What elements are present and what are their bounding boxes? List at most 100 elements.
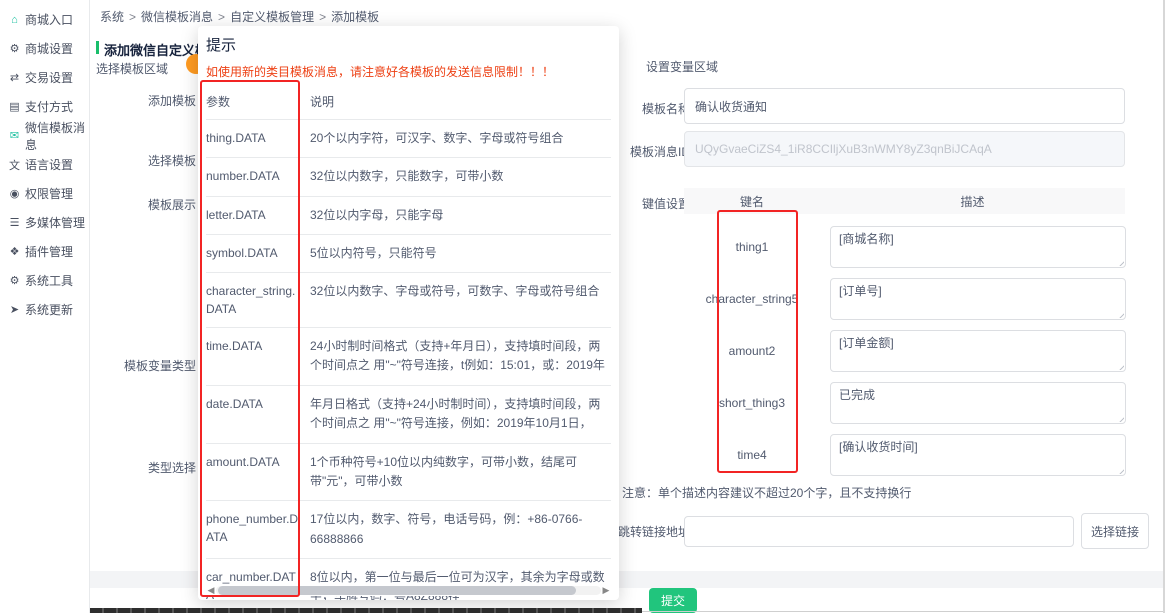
card-icon: ▤ (7, 100, 22, 113)
kv-desc-thing1-textarea[interactable]: [商城名称] (830, 226, 1126, 268)
param-table-header: 参数 说明 (206, 86, 611, 120)
breadcrumb-item-wechat-template[interactable]: 微信模板消息 (141, 10, 213, 24)
table-row: time.DATA24小时制时间格式（支持+年月日），支持填时间段，两个时间点之… (206, 328, 611, 386)
tip-modal: 提示 如使用新的类目模板消息，请注意好各模板的发送信息限制！！！ 参数 说明 t… (198, 26, 619, 600)
desc-cell: 32位以内数字、字母或符号，可数字、字母或符号组合 (310, 282, 610, 318)
breadcrumb-separator: > (218, 10, 225, 24)
clipped-content-strip (90, 608, 642, 613)
desc-cell: 32位以内数字，只能数字，可带小数 (310, 167, 610, 186)
gear-icon: ⚙ (7, 274, 22, 287)
kv-key-character-string5: character_string5 (684, 292, 820, 306)
param-cell: symbol.DATA (206, 244, 310, 263)
param-cell: date.DATA (206, 395, 310, 434)
scrollbar-track[interactable] (216, 586, 601, 595)
sidebar-item-system-update[interactable]: ➤系统更新 (0, 295, 89, 324)
scroll-right-icon[interactable]: ▶ (601, 584, 611, 596)
kv-desc-amount2-textarea[interactable]: [订单金额] (830, 330, 1126, 372)
param-cell: amount.DATA (206, 453, 310, 491)
modal-title: 提示 (206, 34, 619, 55)
param-cell: phone_number.DATA (206, 510, 310, 548)
sidebar-item-trade-settings[interactable]: ⇄交易设置 (0, 63, 89, 92)
table-row: symbol.DATA5位以内符号，只能符号 (206, 235, 611, 273)
choose-template-label: 选择模板 (90, 152, 196, 169)
param-cell: letter.DATA (206, 206, 310, 225)
breadcrumb-item-system[interactable]: 系统 (100, 10, 124, 24)
sidebar-item-mall-settings[interactable]: ⚙商城设置 (0, 34, 89, 63)
permission-icon: ◉ (7, 187, 22, 200)
kv-key-time4: time4 (684, 448, 820, 462)
send-icon: ➤ (7, 303, 22, 316)
variable-area-title: 设置变量区域 (646, 58, 718, 75)
mall-entrance-icon: ⌂ (7, 14, 22, 26)
param-cell: thing.DATA (206, 129, 310, 148)
kv-key-thing1: thing1 (684, 240, 820, 254)
sidebar-item-label: 微信模板消息 (25, 119, 89, 153)
modal-warning-text: 如使用新的类目模板消息，请注意好各模板的发送信息限制！！！ (206, 63, 619, 80)
submit-button[interactable]: 提交 (649, 588, 697, 613)
exchange-arrows-icon: ⇄ (7, 71, 22, 84)
sidebar-item-payment-method[interactable]: ▤支付方式 (0, 92, 89, 121)
kv-table-header: 键名 描述 (684, 188, 1125, 214)
add-template-label: 添加模板 (90, 92, 196, 109)
table-row: amount.DATA1个币种符号+10位以内纯数字，可带小数，结尾可带"元"，… (206, 444, 611, 501)
template-area-label: 选择模板区域 (96, 60, 168, 77)
table-row: letter.DATA32位以内字母，只能字母 (206, 197, 611, 235)
section-accent-bar (96, 41, 99, 54)
breadcrumb-separator: > (319, 10, 326, 24)
breadcrumb-item-add-template[interactable]: 添加模板 (331, 10, 379, 24)
sidebar-item-label: 交易设置 (25, 69, 73, 86)
desc-header: 说明 (310, 93, 610, 112)
param-cell: number.DATA (206, 167, 310, 186)
sidebar-item-system-tools[interactable]: ⚙系统工具 (0, 266, 89, 295)
sidebar-item-label: 商城设置 (25, 40, 73, 57)
sidebar-item-label: 商城入口 (25, 11, 73, 28)
desc-cell: 32位以内字母，只能字母 (310, 206, 610, 225)
scrollbar-thumb[interactable] (218, 586, 576, 595)
kv-desc-time4-textarea[interactable]: [确认收货时间] (830, 434, 1126, 476)
sidebar-item-mall-entrance[interactable]: ⌂商城入口 (0, 5, 89, 34)
jump-link-input[interactable] (684, 516, 1074, 547)
kv-key-short-thing3: short_thing3 (684, 396, 820, 410)
param-cell: time.DATA (206, 337, 310, 376)
sidebar-item-media-management[interactable]: ☰多媒体管理 (0, 208, 89, 237)
table-row: phone_number.DATA17位以内，数字、符号，电话号码，例：+86-… (206, 501, 611, 558)
template-var-type-label: 模板变量类型 (90, 357, 196, 374)
language-icon: 文 (7, 157, 22, 173)
sidebar-item-label: 语言设置 (25, 156, 73, 173)
sidebar-item-label: 支付方式 (25, 98, 73, 115)
kv-header-desc: 描述 (820, 193, 1125, 210)
choose-link-button[interactable]: 选择链接 (1081, 513, 1149, 549)
table-row: thing.DATA20个以内字符，可汉字、数字、字母或符号组合 (206, 120, 611, 158)
sidebar-item-plugin-management[interactable]: ❖插件管理 (0, 237, 89, 266)
sidebar-item-label: 插件管理 (25, 243, 73, 260)
sidebar-item-label: 系统更新 (25, 301, 73, 318)
list-icon: ☰ (7, 216, 22, 229)
kv-note: 注意：单个描述内容建议不超过20个字，且不支持换行 (622, 484, 911, 501)
sidebar-item-language-settings[interactable]: 文语言设置 (0, 150, 89, 179)
kv-desc-character-string5-textarea[interactable]: [订单号] (830, 278, 1126, 320)
scroll-left-icon[interactable]: ◀ (206, 584, 216, 596)
type-select-label: 类型选择 (90, 459, 196, 476)
gear-icon: ⚙ (7, 42, 22, 55)
sidebar: ⌂商城入口 ⚙商城设置 ⇄交易设置 ▤支付方式 ✉微信模板消息 文语言设置 ◉权… (0, 0, 90, 613)
kv-key-amount2: amount2 (684, 344, 820, 358)
sidebar-item-label: 权限管理 (25, 185, 73, 202)
kv-header-key: 键名 (684, 193, 820, 210)
sidebar-item-permission-management[interactable]: ◉权限管理 (0, 179, 89, 208)
template-name-input[interactable] (684, 88, 1125, 124)
sidebar-item-label: 多媒体管理 (25, 214, 85, 231)
horizontal-scrollbar[interactable]: ◀ ▶ (206, 584, 611, 596)
plugin-icon: ❖ (7, 245, 22, 258)
breadcrumb-separator: > (129, 10, 136, 24)
template-id-input (684, 131, 1125, 167)
table-row: date.DATA年月日格式（支持+24小时制时间），支持填时间段，两个时间点之… (206, 386, 611, 444)
sidebar-item-label: 系统工具 (25, 272, 73, 289)
template-preview-label: 模板展示 (90, 196, 196, 213)
sidebar-item-wechat-template-message[interactable]: ✉微信模板消息 (0, 121, 89, 150)
kv-desc-short-thing3-textarea[interactable]: 已完成 (830, 382, 1126, 424)
table-row: character_string.DATA32位以内数字、字母或符号，可数字、字… (206, 273, 611, 328)
param-table: 参数 说明 thing.DATA20个以内字符，可汉字、数字、字母或符号组合 n… (206, 86, 611, 600)
breadcrumb-item-custom-template-mgmt[interactable]: 自定义模板管理 (230, 10, 314, 24)
desc-cell: 20个以内字符，可汉字、数字、字母或符号组合 (310, 129, 610, 148)
desc-cell: 24小时制时间格式（支持+年月日），支持填时间段，两个时间点之 用"~"符号连接… (310, 337, 610, 376)
